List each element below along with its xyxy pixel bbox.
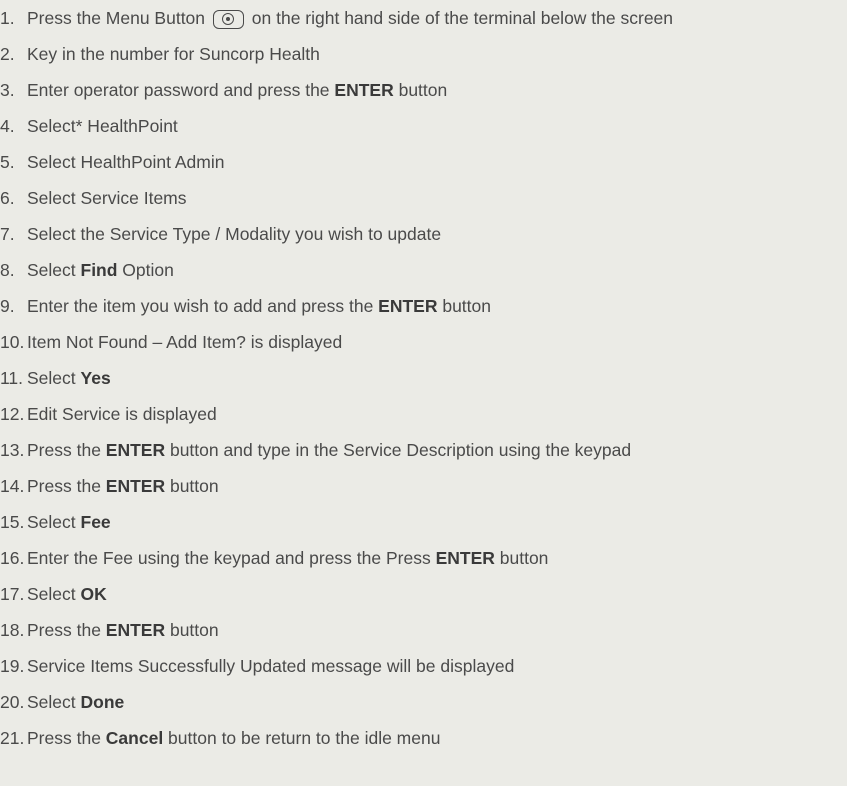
step-text-continued: button to be return to the idle menu bbox=[163, 728, 441, 748]
step-18: 18. Press the ENTER button bbox=[0, 612, 219, 648]
step-number: 17. bbox=[0, 584, 25, 604]
step-number: 15. bbox=[0, 512, 25, 532]
step-text: Select bbox=[27, 692, 81, 712]
instructions-document: 1. Press the Menu Button on the right han… bbox=[0, 0, 847, 786]
step-text-continued: button bbox=[165, 476, 219, 496]
step-number: 11. bbox=[0, 368, 24, 388]
step-text: Select bbox=[27, 512, 81, 532]
step-text: Item Not Found – Add Item? is displayed bbox=[27, 332, 343, 352]
step-20: 20. Select Done bbox=[0, 684, 124, 720]
step-text-continued: button bbox=[437, 296, 492, 316]
step-5: 5. Select HealthPoint Admin bbox=[0, 144, 224, 180]
step-keyword: OK bbox=[80, 584, 107, 604]
step-number: 2. bbox=[0, 44, 15, 64]
step-text: Press the bbox=[27, 728, 106, 748]
step-keyword: ENTER bbox=[105, 620, 166, 640]
step-1: 1. Press the Menu Button on the right han… bbox=[0, 0, 673, 36]
step-number: 8. bbox=[0, 260, 15, 280]
step-text: Enter operator password and press the bbox=[27, 80, 335, 100]
step-number: 1. bbox=[0, 8, 15, 28]
step-keyword: Yes bbox=[80, 368, 111, 388]
step-6: 6. Select Service Items bbox=[0, 180, 187, 216]
step-7: 7. Select the Service Type / Modality you… bbox=[0, 216, 441, 252]
step-text: Select bbox=[27, 584, 81, 604]
step-text: Enter the Fee using the keypad and press… bbox=[27, 548, 436, 568]
step-number: 12. bbox=[0, 404, 25, 424]
step-text: Select bbox=[27, 368, 81, 388]
step-number: 5. bbox=[0, 152, 15, 172]
step-10: 10. Item Not Found – Add Item? is display… bbox=[0, 324, 342, 360]
step-9: 9. Enter the item you wish to add and pre… bbox=[0, 288, 491, 324]
step-keyword: ENTER bbox=[435, 548, 495, 568]
step-number: 3. bbox=[0, 80, 15, 100]
step-15: 15. Select Fee bbox=[0, 504, 111, 540]
step-text: Service Items Successfully Updated messa… bbox=[27, 656, 515, 676]
step-text: Press the bbox=[27, 476, 106, 496]
step-text: Key in the number for Suncorp Health bbox=[27, 44, 320, 64]
step-number: 7. bbox=[0, 224, 15, 244]
step-keyword: ENTER bbox=[378, 296, 438, 316]
step-text: Press the Menu Button bbox=[27, 8, 206, 28]
step-text: Press the bbox=[27, 620, 106, 640]
step-keyword: Done bbox=[80, 692, 125, 712]
step-text-continued: button bbox=[165, 620, 219, 640]
step-keyword: ENTER bbox=[334, 80, 394, 100]
step-number: 18. bbox=[0, 620, 25, 640]
step-text-continued: button bbox=[393, 80, 448, 100]
step-text-continued: button and type in the Service Descripti… bbox=[165, 440, 632, 460]
step-21: 21. Press the Cancel button to be return … bbox=[0, 720, 440, 756]
step-number: 14. bbox=[0, 476, 25, 496]
step-number: 20. bbox=[0, 692, 25, 712]
step-number: 9. bbox=[0, 296, 15, 316]
step-text-continued: Option bbox=[117, 260, 174, 280]
step-12: 12. Edit Service is displayed bbox=[0, 396, 217, 432]
step-16: 16. Enter the Fee using the keypad and pr… bbox=[0, 540, 548, 576]
step-keyword: Fee bbox=[80, 512, 111, 532]
step-number: 13. bbox=[0, 440, 25, 460]
step-keyword: Cancel bbox=[105, 728, 164, 748]
step-4: 4. Select* HealthPoint bbox=[0, 108, 178, 144]
step-3: 3. Enter operator password and press the … bbox=[0, 72, 447, 108]
step-17: 17. Select OK bbox=[0, 576, 107, 612]
step-keyword: ENTER bbox=[105, 440, 166, 460]
step-number: 19. bbox=[0, 656, 25, 676]
step-text: Select Service Items bbox=[27, 188, 187, 208]
step-text-continued: button bbox=[494, 548, 549, 568]
step-number: 10. bbox=[0, 332, 25, 352]
step-text: Select the Service Type / Modality you w… bbox=[27, 224, 442, 244]
step-text: Press the bbox=[27, 440, 106, 460]
step-8: 8. Select Find Option bbox=[0, 252, 174, 288]
step-number: 16. bbox=[0, 548, 25, 568]
step-number: 4. bbox=[0, 116, 15, 136]
step-text: Select bbox=[27, 260, 81, 280]
step-13: 13. Press the ENTER button and type in th… bbox=[0, 432, 631, 468]
step-number: 21. bbox=[0, 728, 25, 748]
step-text: Select HealthPoint Admin bbox=[27, 152, 225, 172]
step-text: Enter the item you wish to add and press… bbox=[27, 296, 379, 316]
step-keyword: ENTER bbox=[105, 476, 166, 496]
step-keyword: Find bbox=[80, 260, 118, 280]
step-11: 11. Select Yes bbox=[0, 360, 111, 396]
step-text-continued: on the right hand side of the terminal b… bbox=[251, 8, 674, 28]
menu-button-icon bbox=[212, 10, 244, 29]
step-2: 2. Key in the number for Suncorp Health bbox=[0, 36, 320, 72]
step-text: Select* HealthPoint bbox=[27, 116, 178, 136]
step-number: 6. bbox=[0, 188, 15, 208]
step-text: Edit Service is displayed bbox=[27, 404, 217, 424]
step-19: 19. Service Items Successfully Updated me… bbox=[0, 648, 514, 684]
step-14: 14. Press the ENTER button bbox=[0, 468, 219, 504]
